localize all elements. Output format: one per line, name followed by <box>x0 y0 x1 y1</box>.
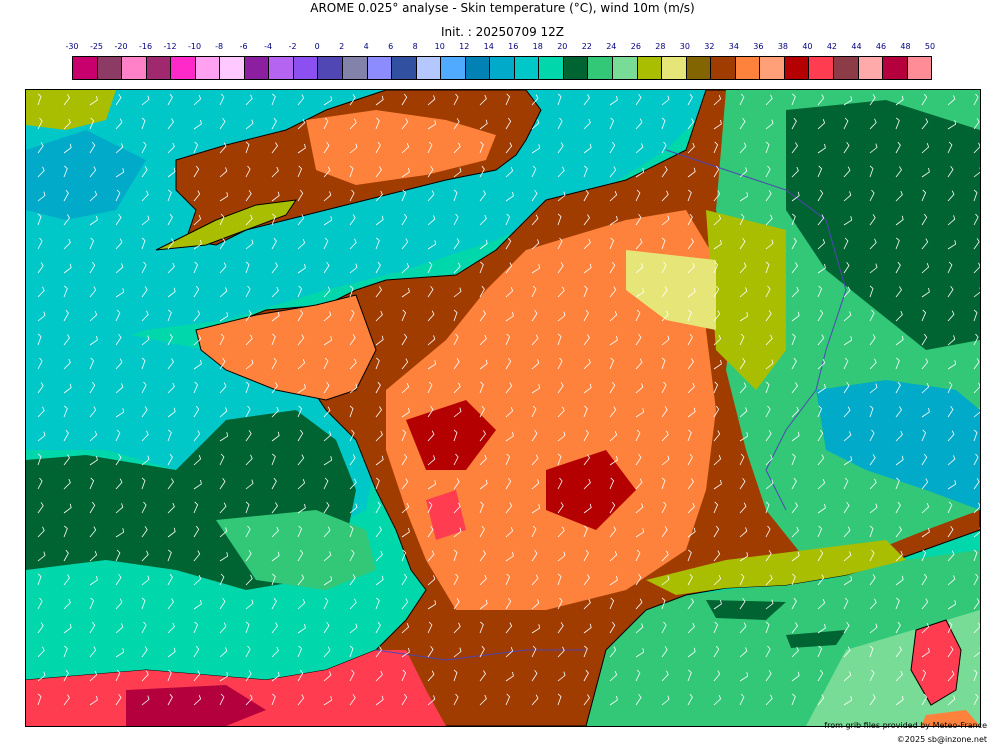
colorbar-tick-label: -20 <box>114 42 128 51</box>
colorbar-tick-label: -10 <box>188 42 202 51</box>
colorbar-swatch <box>686 57 712 79</box>
colorbar-swatch <box>171 57 196 79</box>
colorbar-swatch <box>735 57 761 79</box>
colorbar-tick-labels: -30 -25 -20 -16 -12 -10 -8 -6 -4 -2 0 2 4 6 8 10 12 14 16 1… <box>65 42 935 54</box>
colorbar-swatch <box>441 57 466 79</box>
data-credit: from grib files provided by Meteo-France <box>824 721 987 730</box>
colorbar-tick-label: 44 <box>851 42 862 51</box>
colorbar-swatch <box>514 57 540 79</box>
colorbar-swatch <box>343 57 368 79</box>
colorbar-swatch <box>122 57 147 79</box>
colorbar-tick-label: -25 <box>89 42 104 51</box>
colorbar-swatch <box>858 57 884 79</box>
colorbar-tick-label: 22 <box>581 42 592 51</box>
colorbar-tick-label: 6 <box>388 42 394 51</box>
colorbar-swatch <box>220 57 245 79</box>
colorbar-swatch <box>833 57 859 79</box>
colorbar-swatch <box>563 57 589 79</box>
colorbar-swatch <box>293 57 319 79</box>
colorbar-swatch <box>146 57 172 79</box>
colorbar-swatch <box>318 57 344 79</box>
colorbar-tick-label: 40 <box>802 42 813 51</box>
colorbar-tick-label: 38 <box>777 42 788 51</box>
colorbar-tick-label: 50 <box>924 42 936 51</box>
colorbar-swatch <box>97 57 123 79</box>
colorbar-tick-label: 16 <box>508 42 519 51</box>
colorbar-tick-label: 20 <box>557 42 568 51</box>
colorbar-swatch <box>367 57 393 79</box>
colorbar-swatch <box>662 57 687 79</box>
colorbar-swatch <box>244 57 270 79</box>
colorbar-tick-label: 32 <box>704 42 715 51</box>
colorbar-swatch <box>490 57 515 79</box>
colorbar-tick-label: -6 <box>239 42 248 51</box>
colorbar-tick-label: 10 <box>434 42 445 51</box>
colorbar-swatch <box>465 57 491 79</box>
colorbar-tick-label: 26 <box>630 42 641 51</box>
colorbar <box>72 56 932 80</box>
temperature-map[interactable] <box>25 89 981 727</box>
colorbar-tick-label: -8 <box>215 42 224 51</box>
colorbar-tick-label: 4 <box>363 42 369 51</box>
colorbar-tick-label: 28 <box>655 42 666 51</box>
colorbar-tick-label: -12 <box>163 42 177 51</box>
colorbar-swatch <box>73 57 98 79</box>
colorbar-swatch <box>392 57 417 79</box>
colorbar-tick-label: 30 <box>679 42 690 51</box>
colorbar-tick-label: 12 <box>459 42 470 51</box>
colorbar-swatch <box>195 57 221 79</box>
colorbar-tick-label: 46 <box>875 42 887 51</box>
colorbar-tick-label: -4 <box>264 42 273 51</box>
colorbar-swatch <box>637 57 663 79</box>
colorbar-swatch <box>907 57 932 79</box>
colorbar-tick-label: 34 <box>728 42 739 51</box>
copyright: ©2025 sb@inzone.net <box>896 735 987 744</box>
colorbar-tick-label: -30 <box>65 42 79 51</box>
colorbar-swatch <box>883 57 908 79</box>
colorbar-swatch <box>539 57 564 79</box>
colorbar-tick-label: -16 <box>138 42 153 51</box>
colorbar-tick-label: 0 <box>314 42 320 51</box>
colorbar-tick-label: 14 <box>483 42 494 51</box>
colorbar-tick-label: 24 <box>606 42 617 51</box>
map-title: AROME 0.025° analyse - Skin temperature … <box>310 1 695 15</box>
colorbar-swatch <box>760 57 785 79</box>
colorbar-tick-label: 36 <box>753 42 764 51</box>
colorbar-tick-label: 42 <box>826 42 838 51</box>
colorbar-swatch <box>809 57 834 79</box>
colorbar-tick-label: 8 <box>412 42 418 51</box>
colorbar-swatch <box>416 57 442 79</box>
colorbar-swatch <box>613 57 638 79</box>
colorbar-tick-label: 18 <box>532 42 543 51</box>
colorbar-swatch <box>784 57 810 79</box>
colorbar-swatch <box>711 57 736 79</box>
colorbar-swatch <box>269 57 294 79</box>
colorbar-tick-label: 48 <box>900 42 911 51</box>
colorbar-tick-label: -2 <box>288 42 297 51</box>
colorbar-tick-label: 2 <box>339 42 345 51</box>
colorbar-swatch <box>588 57 614 79</box>
init-time: Init. : 20250709 12Z <box>440 25 565 39</box>
